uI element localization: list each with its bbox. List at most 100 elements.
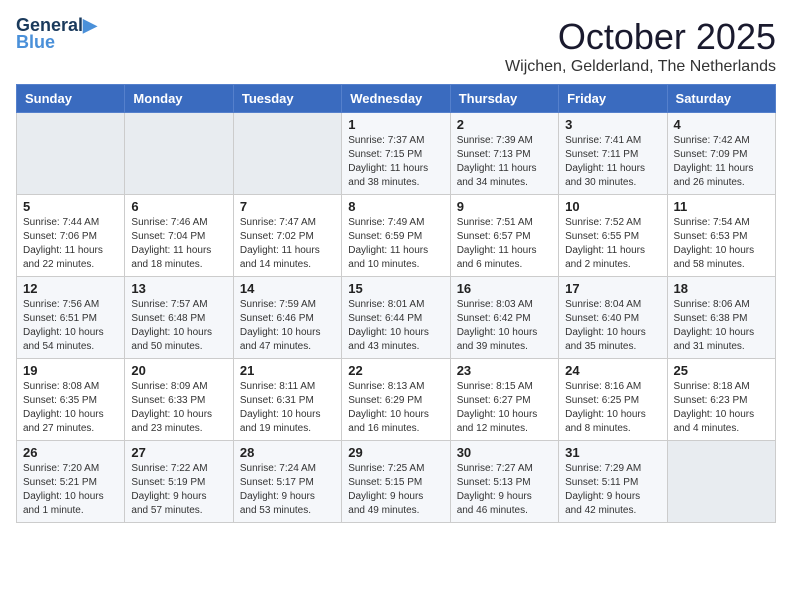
calendar-cell: 30 Sunrise: 7:27 AM Sunset: 5:13 PM Dayli…	[450, 441, 558, 523]
day-number: 2	[457, 117, 552, 132]
day-info: Sunrise: 7:56 AM Sunset: 6:51 PM Dayligh…	[23, 298, 118, 354]
day-info: Sunrise: 7:41 AM Sunset: 7:11 PM Dayligh…	[565, 134, 660, 190]
day-number: 14	[240, 281, 335, 296]
calendar-week-row: 26Sunrise: 7:20 AM Sunset: 5:21 PM Dayli…	[17, 441, 776, 523]
calendar-cell: 5Sunrise: 7:44 AM Sunset: 7:06 PM Daylig…	[17, 195, 125, 277]
day-info: Sunrise: 7:57 AM Sunset: 6:48 PM Dayligh…	[131, 298, 226, 354]
day-number: 1	[348, 117, 443, 132]
day-number: 17	[565, 281, 660, 296]
header-friday: Friday	[559, 85, 667, 113]
day-number: 24	[565, 363, 660, 378]
header-monday: Monday	[125, 85, 233, 113]
calendar-week-row: 5Sunrise: 7:44 AM Sunset: 7:06 PM Daylig…	[17, 195, 776, 277]
calendar-cell: 17 Sunrise: 8:04 AM Sunset: 6:40 PM Dayli…	[559, 277, 667, 359]
day-number: 27	[131, 445, 226, 460]
day-number: 30	[457, 445, 552, 460]
day-info: Sunrise: 8:04 AM Sunset: 6:40 PM Dayligh…	[565, 298, 660, 354]
calendar-cell: 25 Sunrise: 8:18 AM Sunset: 6:23 PM Dayli…	[667, 359, 775, 441]
calendar-cell: 8 Sunrise: 7:49 AM Sunset: 6:59 PM Daylig…	[342, 195, 450, 277]
calendar-cell: 10 Sunrise: 7:52 AM Sunset: 6:55 PM Dayli…	[559, 195, 667, 277]
calendar-cell	[125, 113, 233, 195]
header-wednesday: Wednesday	[342, 85, 450, 113]
day-number: 19	[23, 363, 118, 378]
logo-blue: Blue	[16, 32, 55, 53]
calendar-cell: 28Sunrise: 7:24 AM Sunset: 5:17 PM Dayli…	[233, 441, 341, 523]
day-info: Sunrise: 8:09 AM Sunset: 6:33 PM Dayligh…	[131, 380, 226, 436]
day-info: Sunrise: 7:51 AM Sunset: 6:57 PM Dayligh…	[457, 216, 552, 272]
calendar: SundayMondayTuesdayWednesdayThursdayFrid…	[16, 84, 776, 523]
day-number: 12	[23, 281, 118, 296]
calendar-cell: 11 Sunrise: 7:54 AM Sunset: 6:53 PM Dayli…	[667, 195, 775, 277]
header-saturday: Saturday	[667, 85, 775, 113]
calendar-cell: 15Sunrise: 8:01 AM Sunset: 6:44 PM Dayli…	[342, 277, 450, 359]
calendar-cell: 19 Sunrise: 8:08 AM Sunset: 6:35 PM Dayli…	[17, 359, 125, 441]
calendar-cell	[667, 441, 775, 523]
day-number: 3	[565, 117, 660, 132]
calendar-cell: 14 Sunrise: 7:59 AM Sunset: 6:46 PM Dayli…	[233, 277, 341, 359]
day-number: 6	[131, 199, 226, 214]
day-info: Sunrise: 7:29 AM Sunset: 5:11 PM Dayligh…	[565, 462, 660, 518]
day-number: 31	[565, 445, 660, 460]
header-thursday: Thursday	[450, 85, 558, 113]
day-number: 10	[565, 199, 660, 214]
calendar-cell: 13 Sunrise: 7:57 AM Sunset: 6:48 PM Dayli…	[125, 277, 233, 359]
day-info: Sunrise: 7:25 AM Sunset: 5:15 PM Dayligh…	[348, 462, 443, 518]
location: Wijchen, Gelderland, The Netherlands	[505, 58, 776, 76]
calendar-cell: 29 Sunrise: 7:25 AM Sunset: 5:15 PM Dayli…	[342, 441, 450, 523]
calendar-week-row: 12 Sunrise: 7:56 AM Sunset: 6:51 PM Dayli…	[17, 277, 776, 359]
calendar-cell	[17, 113, 125, 195]
day-number: 25	[674, 363, 769, 378]
calendar-week-row: 19 Sunrise: 8:08 AM Sunset: 6:35 PM Dayli…	[17, 359, 776, 441]
day-number: 20	[131, 363, 226, 378]
calendar-cell: 18 Sunrise: 8:06 AM Sunset: 6:38 PM Dayli…	[667, 277, 775, 359]
calendar-cell: 6 Sunrise: 7:46 AM Sunset: 7:04 PM Daylig…	[125, 195, 233, 277]
day-info: Sunrise: 7:27 AM Sunset: 5:13 PM Dayligh…	[457, 462, 552, 518]
day-info: Sunrise: 8:03 AM Sunset: 6:42 PM Dayligh…	[457, 298, 552, 354]
day-number: 8	[348, 199, 443, 214]
title-section: October 2025 Wijchen, Gelderland, The Ne…	[505, 16, 776, 76]
day-number: 18	[674, 281, 769, 296]
header-sunday: Sunday	[17, 85, 125, 113]
day-number: 4	[674, 117, 769, 132]
calendar-cell: 31 Sunrise: 7:29 AM Sunset: 5:11 PM Dayli…	[559, 441, 667, 523]
day-number: 16	[457, 281, 552, 296]
day-number: 21	[240, 363, 335, 378]
calendar-cell: 16 Sunrise: 8:03 AM Sunset: 6:42 PM Dayli…	[450, 277, 558, 359]
day-info: Sunrise: 7:54 AM Sunset: 6:53 PM Dayligh…	[674, 216, 769, 272]
calendar-cell: 22 Sunrise: 8:13 AM Sunset: 6:29 PM Dayli…	[342, 359, 450, 441]
calendar-cell: 27 Sunrise: 7:22 AM Sunset: 5:19 PM Dayli…	[125, 441, 233, 523]
day-info: Sunrise: 8:15 AM Sunset: 6:27 PM Dayligh…	[457, 380, 552, 436]
calendar-cell: 9Sunrise: 7:51 AM Sunset: 6:57 PM Daylig…	[450, 195, 558, 277]
calendar-cell: 21 Sunrise: 8:11 AM Sunset: 6:31 PM Dayli…	[233, 359, 341, 441]
day-number: 13	[131, 281, 226, 296]
calendar-week-row: 1 Sunrise: 7:37 AM Sunset: 7:15 PM Daylig…	[17, 113, 776, 195]
day-info: Sunrise: 7:46 AM Sunset: 7:04 PM Dayligh…	[131, 216, 226, 272]
calendar-cell: 23 Sunrise: 8:15 AM Sunset: 6:27 PM Dayli…	[450, 359, 558, 441]
day-info: Sunrise: 7:37 AM Sunset: 7:15 PM Dayligh…	[348, 134, 443, 190]
calendar-cell: 3 Sunrise: 7:41 AM Sunset: 7:11 PM Daylig…	[559, 113, 667, 195]
day-info: Sunrise: 8:11 AM Sunset: 6:31 PM Dayligh…	[240, 380, 335, 436]
day-number: 22	[348, 363, 443, 378]
calendar-cell: 24Sunrise: 8:16 AM Sunset: 6:25 PM Dayli…	[559, 359, 667, 441]
calendar-cell: 4 Sunrise: 7:42 AM Sunset: 7:09 PM Daylig…	[667, 113, 775, 195]
day-info: Sunrise: 8:06 AM Sunset: 6:38 PM Dayligh…	[674, 298, 769, 354]
day-info: Sunrise: 7:20 AM Sunset: 5:21 PM Dayligh…	[23, 462, 118, 518]
day-number: 11	[674, 199, 769, 214]
day-info: Sunrise: 8:13 AM Sunset: 6:29 PM Dayligh…	[348, 380, 443, 436]
day-info: Sunrise: 7:49 AM Sunset: 6:59 PM Dayligh…	[348, 216, 443, 272]
day-info: Sunrise: 8:18 AM Sunset: 6:23 PM Dayligh…	[674, 380, 769, 436]
day-info: Sunrise: 8:01 AM Sunset: 6:44 PM Dayligh…	[348, 298, 443, 354]
day-info: Sunrise: 7:39 AM Sunset: 7:13 PM Dayligh…	[457, 134, 552, 190]
logo: General▶ Blue	[16, 16, 97, 53]
day-info: Sunrise: 7:22 AM Sunset: 5:19 PM Dayligh…	[131, 462, 226, 518]
day-info: Sunrise: 7:59 AM Sunset: 6:46 PM Dayligh…	[240, 298, 335, 354]
calendar-cell: 2 Sunrise: 7:39 AM Sunset: 7:13 PM Daylig…	[450, 113, 558, 195]
day-info: Sunrise: 8:08 AM Sunset: 6:35 PM Dayligh…	[23, 380, 118, 436]
day-info: Sunrise: 7:52 AM Sunset: 6:55 PM Dayligh…	[565, 216, 660, 272]
day-number: 29	[348, 445, 443, 460]
calendar-cell	[233, 113, 341, 195]
day-number: 23	[457, 363, 552, 378]
header-tuesday: Tuesday	[233, 85, 341, 113]
month-title: October 2025	[505, 16, 776, 58]
day-info: Sunrise: 7:42 AM Sunset: 7:09 PM Dayligh…	[674, 134, 769, 190]
